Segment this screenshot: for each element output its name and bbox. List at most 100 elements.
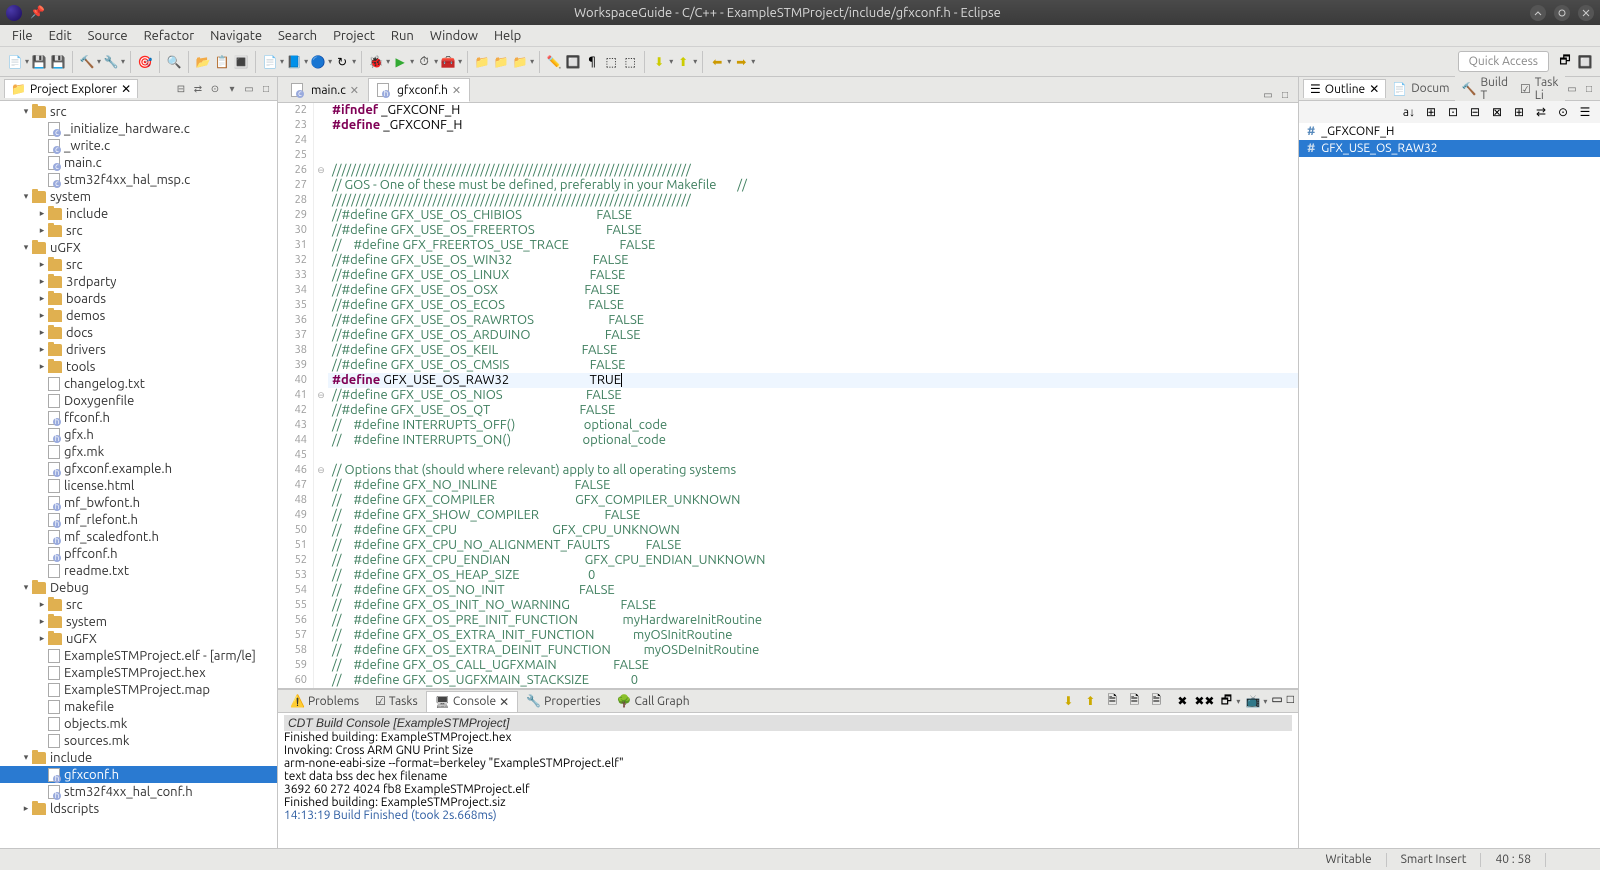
tree-item[interactable]: ExampleSTMProject.hex <box>0 664 277 681</box>
save-all-button[interactable]: 💾 <box>49 53 67 71</box>
target-button[interactable]: 🎯 <box>136 53 154 71</box>
tree-item[interactable]: ▸include <box>0 205 277 222</box>
close-icon[interactable]: ✕ <box>121 82 131 96</box>
show-selected-button[interactable]: ⬚ <box>621 53 639 71</box>
bottom-tab-problems[interactable]: ⚠️Problems <box>282 691 367 711</box>
minimize-console-button[interactable]: ▭ <box>1271 692 1282 710</box>
maximize-outline-button[interactable]: □ <box>1582 82 1596 96</box>
tree-item[interactable]: stm32f4xx_hal_conf.h <box>0 783 277 800</box>
outline-tab-docum[interactable]: 📄 Docum <box>1386 80 1455 98</box>
open-console-button[interactable]: 🗗 <box>1217 692 1235 710</box>
tree-item[interactable]: stm32f4xx_hal_msp.c <box>0 171 277 188</box>
toggle-block-button[interactable]: 🔲 <box>564 53 582 71</box>
filter-button[interactable]: ⊠ <box>1488 103 1506 121</box>
outline-tab-build t[interactable]: 🔨 Build T <box>1455 74 1514 104</box>
hide-fields-button[interactable]: ⊞ <box>1422 103 1440 121</box>
open-element-button[interactable]: 🔳 <box>232 53 250 71</box>
maximize-console-button[interactable]: □ <box>1287 692 1294 710</box>
editor-tab[interactable]: gfxconf.h✕ <box>368 78 470 102</box>
new-class-button[interactable]: 📁 <box>492 53 510 71</box>
tree-item[interactable]: ▸system <box>0 613 277 630</box>
debug-button[interactable]: 🐞 <box>367 53 385 71</box>
search-button[interactable]: 🔍 <box>165 53 183 71</box>
tree-item[interactable]: mf_scaledfont.h <box>0 528 277 545</box>
quick-access-input[interactable]: Quick Access <box>1458 51 1549 72</box>
remove-launch-button[interactable]: ✖ <box>1173 692 1191 710</box>
tree-item[interactable]: readme.txt <box>0 562 277 579</box>
open-impl-button[interactable]: 📘 <box>285 53 303 71</box>
tree-item[interactable]: ffconf.h <box>0 409 277 426</box>
close-icon[interactable]: ✕ <box>1369 82 1379 96</box>
new-source-button[interactable]: 📁 <box>511 53 529 71</box>
tree-item[interactable]: ▸ldscripts <box>0 800 277 817</box>
tree-item[interactable]: ▸src <box>0 596 277 613</box>
c-cpp-perspective-button[interactable]: 🔲 <box>1576 53 1594 71</box>
menu-edit[interactable]: Edit <box>41 27 80 45</box>
tree-item[interactable]: ▾include <box>0 749 277 766</box>
tree-item[interactable]: gfxconf.h <box>0 766 277 783</box>
build-config-button[interactable]: 🔧 <box>102 53 120 71</box>
tree-item[interactable]: ▸docs <box>0 324 277 341</box>
build-button[interactable]: 🔨 <box>78 53 96 71</box>
menu-run[interactable]: Run <box>383 27 422 45</box>
bottom-tab-tasks[interactable]: ☑Tasks <box>367 691 426 711</box>
new-folder-button[interactable]: 📁 <box>473 53 491 71</box>
toggle-word-wrap-button[interactable]: ⬚ <box>602 53 620 71</box>
menu-project[interactable]: Project <box>325 27 383 45</box>
tree-item[interactable]: objects.mk <box>0 715 277 732</box>
tree-item[interactable]: ▸demos <box>0 307 277 324</box>
open-type-button[interactable]: 📂 <box>194 53 212 71</box>
tree-item[interactable]: ▸3rdparty <box>0 273 277 290</box>
outline-tab-outline[interactable]: ☰ Outline ✕ <box>1303 79 1386 98</box>
make-target-button[interactable]: 🔵 <box>309 53 327 71</box>
project-explorer-tab[interactable]: 📁 Project Explorer ✕ <box>4 79 138 98</box>
close-icon[interactable]: ✕ <box>499 695 509 709</box>
save-button[interactable]: 💾 <box>30 53 48 71</box>
open-perspective-button[interactable]: 🗗 <box>1556 53 1574 71</box>
bottom-tab-properties[interactable]: 🔧Properties <box>518 691 608 711</box>
maximize-editor-button[interactable]: □ <box>1278 88 1292 102</box>
sort-button[interactable]: a↓ <box>1400 103 1418 121</box>
tree-item[interactable]: mf_rlefont.h <box>0 511 277 528</box>
display-selected-button[interactable]: 🗎 <box>1147 692 1165 710</box>
view-menu-button[interactable]: ▾ <box>225 82 239 96</box>
profile-button[interactable]: ⏱ <box>415 53 433 71</box>
bottom-tab-console[interactable]: 🖥Console✕ <box>426 691 519 712</box>
menu-navigate[interactable]: Navigate <box>202 27 270 45</box>
new-console-button[interactable]: 📺 <box>1244 692 1262 710</box>
minimize-view-button[interactable]: ▭ <box>242 82 256 96</box>
group-button[interactable]: ⊞ <box>1510 103 1528 121</box>
outline-item[interactable]: #_GFXCONF_H <box>1299 123 1600 140</box>
menu-window[interactable]: Window <box>422 27 486 45</box>
tree-item[interactable]: ▸boards <box>0 290 277 307</box>
next-annotation-button[interactable]: ⬇ <box>650 53 668 71</box>
minimize-editor-button[interactable]: ▭ <box>1261 88 1275 102</box>
tree-item[interactable]: _initialize_hardware.c <box>0 120 277 137</box>
link-editor-button[interactable]: ⇄ <box>191 82 205 96</box>
outline-tab-task li[interactable]: ☑ Task Li <box>1514 74 1565 104</box>
pin-console-button[interactable]: ⬆ <box>1081 692 1099 710</box>
run-button[interactable]: ▶ <box>391 53 409 71</box>
pin-icon[interactable]: 📌 <box>30 5 45 21</box>
close-icon[interactable]: ✕ <box>350 84 359 97</box>
menu-source[interactable]: Source <box>80 27 136 45</box>
prev-annotation-button[interactable]: ⬆ <box>674 53 692 71</box>
menu-button[interactable]: ☰ <box>1576 103 1594 121</box>
tree-item[interactable]: _write.c <box>0 137 277 154</box>
ext-tools-button[interactable]: 🧰 <box>439 53 457 71</box>
tree-item[interactable]: main.c <box>0 154 277 171</box>
tree-item[interactable]: mf_bwfont.h <box>0 494 277 511</box>
collapse-all-button[interactable]: ⊟ <box>174 82 188 96</box>
tree-item[interactable]: Doxygenfile <box>0 392 277 409</box>
bottom-tab-call graph[interactable]: 🌳Call Graph <box>609 691 698 711</box>
back-button[interactable]: ⬅ <box>708 53 726 71</box>
menu-help[interactable]: Help <box>486 27 529 45</box>
minimize-outline-button[interactable]: ▭ <box>1565 82 1579 96</box>
tree-item[interactable]: changelog.txt <box>0 375 277 392</box>
maximize-button[interactable] <box>1554 5 1570 21</box>
tree-item[interactable]: gfx.mk <box>0 443 277 460</box>
tree-item[interactable]: gfxconf.example.h <box>0 460 277 477</box>
hide-static-button[interactable]: ⊡ <box>1444 103 1462 121</box>
scroll-lock-button[interactable]: ⬇ <box>1059 692 1077 710</box>
tree-item[interactable]: ▾src <box>0 103 277 120</box>
